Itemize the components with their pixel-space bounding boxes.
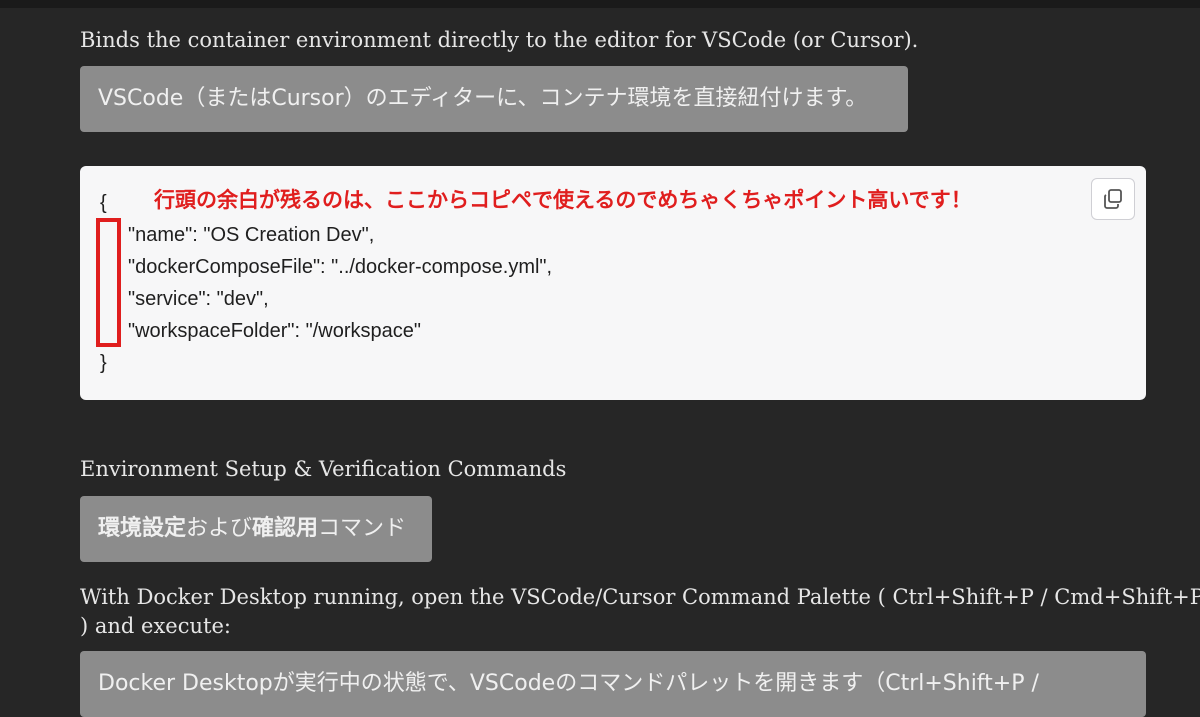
code-line-workspace-folder: "workspaceFolder": "/workspace" [128,320,421,342]
section-heading-setup: Environment Setup & Verification Command… [80,457,567,481]
translation-box-setup: 環境設定および確認用コマンド [80,496,432,562]
code-line-name: "name": "OS Creation Dev", [128,224,375,246]
paragraph-line-2: ) and execute: [80,614,231,638]
top-bar [0,0,1200,8]
section-heading-binds: Binds the container environment directly… [80,28,919,52]
translation-box-command-palette: Docker Desktopが実行中の状態で、VSCodeのコマンドパレットを開… [80,651,1146,717]
translation-normal-and: および [186,516,253,541]
paragraph-line-1: With Docker Desktop running, open the VS… [80,585,1200,609]
translation-normal-command: コマンド [318,516,407,541]
copy-button[interactable] [1091,178,1135,220]
indent-highlight-box [96,218,121,347]
copy-icon [1104,189,1122,209]
translation-box-binds: VSCode（またはCursor）のエディターに、コンテナ環境を直接紐付けます。 [80,66,908,132]
code-line-service: "service": "dev", [128,288,269,310]
code-line-open-brace: { [100,192,107,214]
code-block[interactable]: { 行頭の余白が残るのは、ここからコピペで使えるのでめちゃくちゃポイント高いです… [80,166,1146,400]
annotation-note: 行頭の余白が残るのは、ここからコピペで使えるのでめちゃくちゃポイント高いです！ [154,188,972,212]
translation-bold-check: 確認用 [252,516,319,541]
code-line-close-brace: } [100,352,107,374]
code-line-docker-compose-file: "dockerComposeFile": "../docker-compose.… [128,256,553,278]
translation-bold-env: 環境設定 [98,516,187,541]
